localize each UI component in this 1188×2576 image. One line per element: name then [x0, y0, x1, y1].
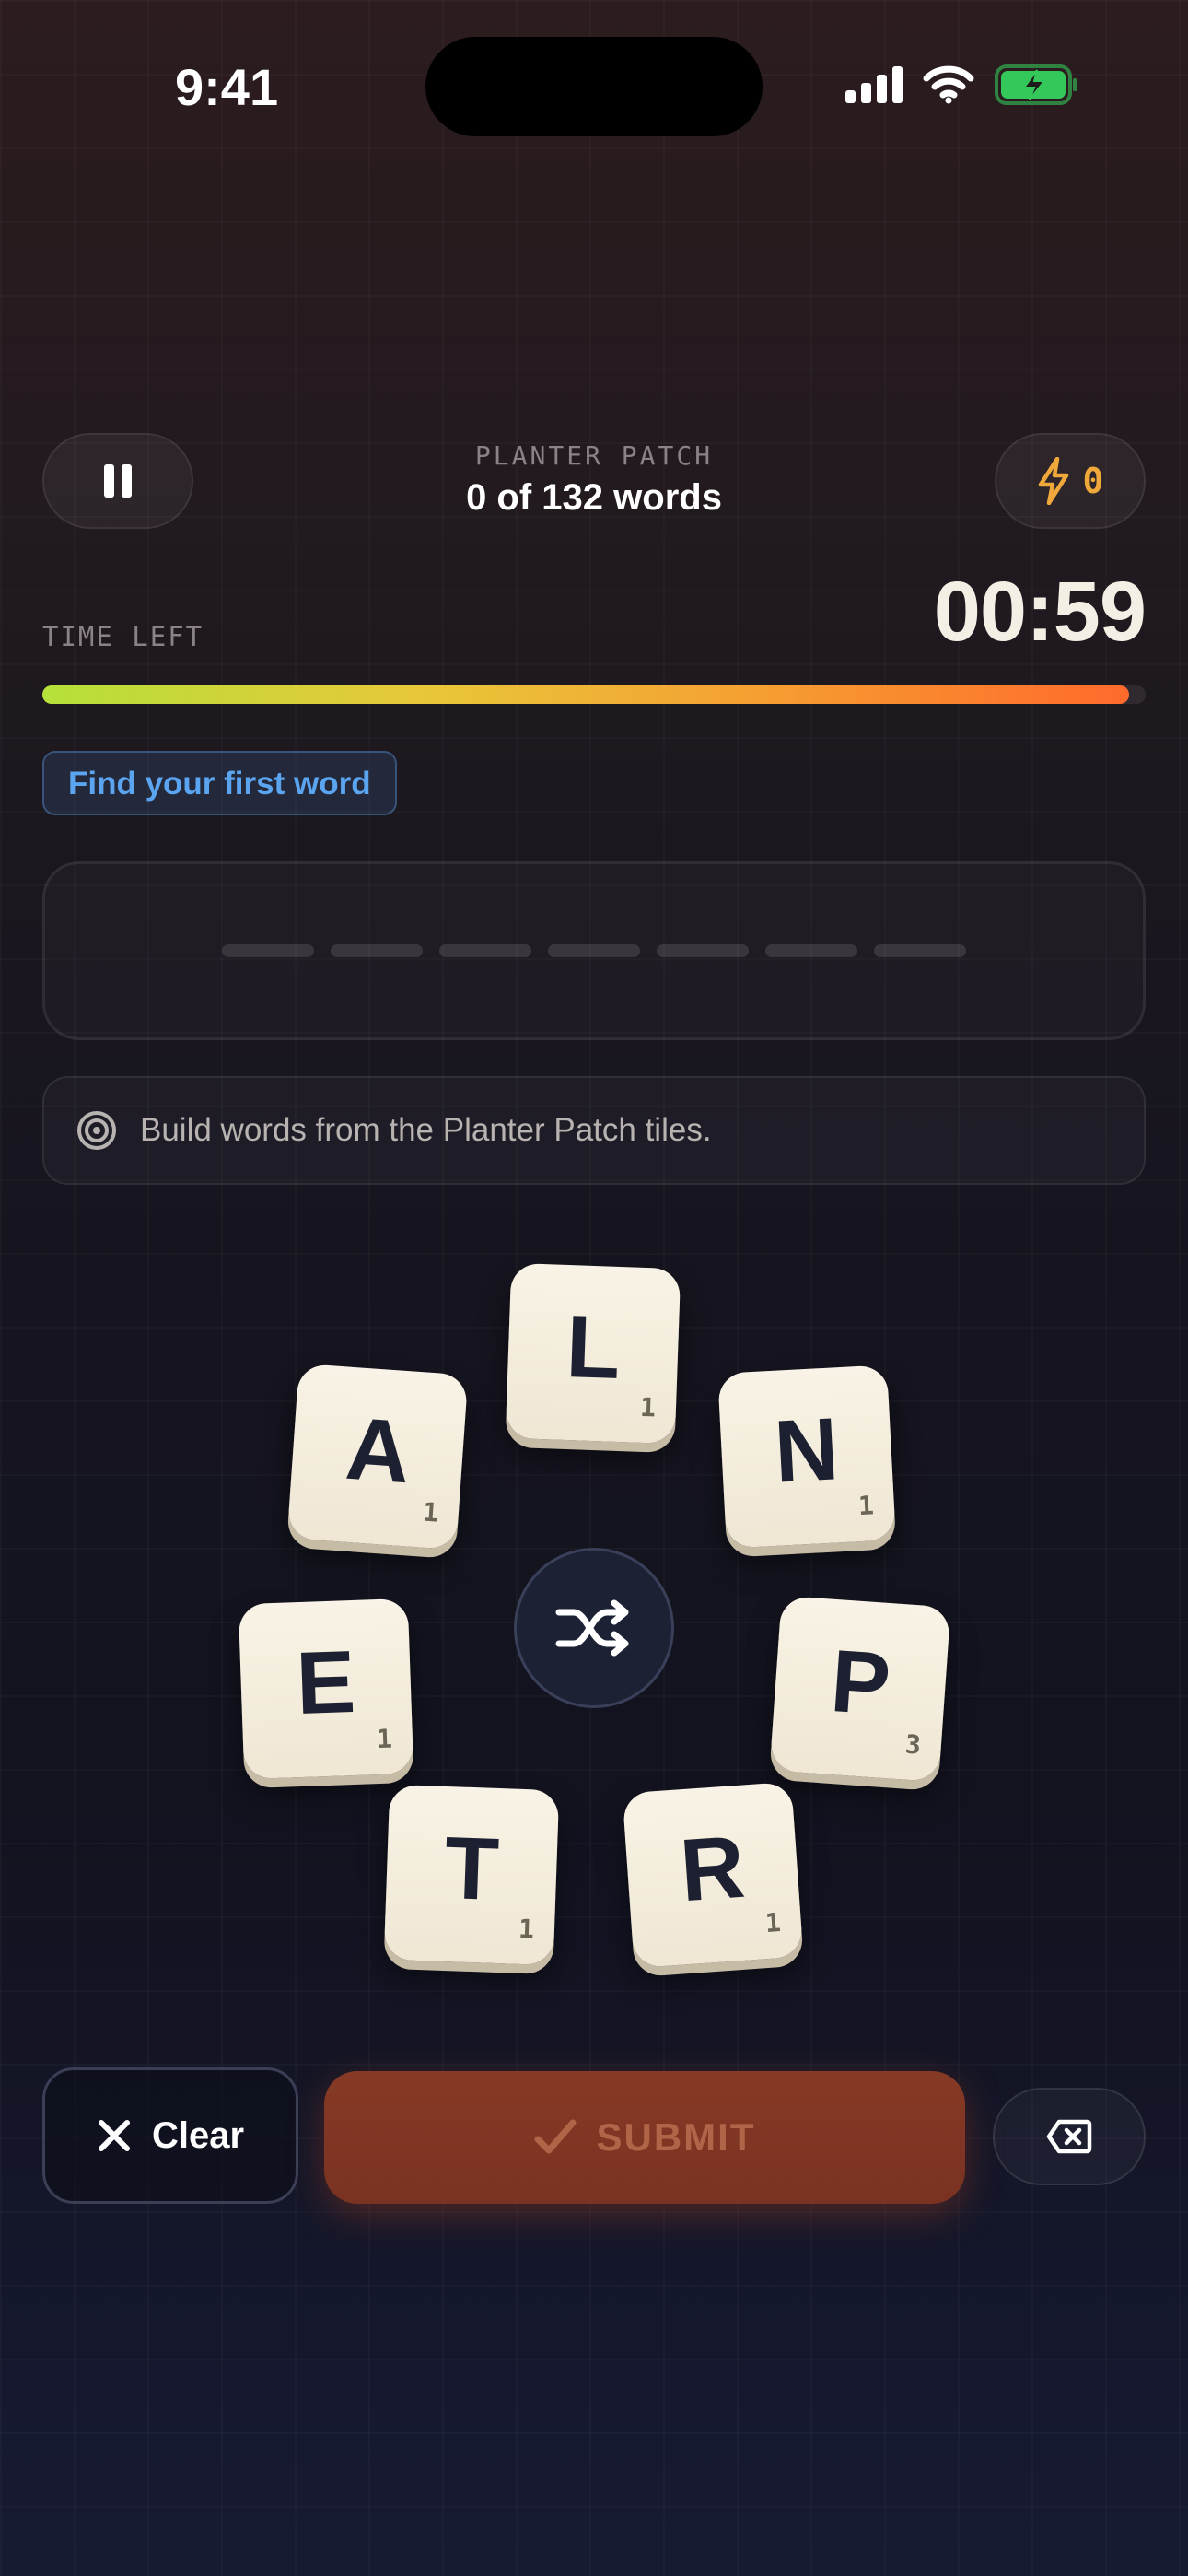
letter-tile[interactable]: L 1	[505, 1262, 681, 1445]
time-progress-fill	[42, 685, 1130, 704]
submit-button[interactable]: SUBMIT	[324, 2071, 965, 2204]
tile-letter: T	[443, 1819, 501, 1919]
battery-charging-icon	[995, 64, 1077, 105]
info-text: Build words from the Planter Patch tiles…	[140, 1112, 712, 1148]
letter-tile[interactable]: A 1	[286, 1363, 469, 1551]
tile-letter: P	[827, 1631, 894, 1735]
letter-slot	[439, 944, 531, 957]
letter-tile[interactable]: P 3	[769, 1595, 951, 1783]
tile-points: 1	[857, 1490, 875, 1522]
target-icon	[77, 1111, 116, 1150]
shuffle-icon	[555, 1599, 629, 1657]
current-word-display	[42, 861, 1146, 1040]
score-value: 0	[1082, 461, 1104, 501]
letter-slot	[874, 944, 966, 957]
time-progress-bar	[42, 685, 1146, 704]
letter-slot	[331, 944, 423, 957]
timer-value: 00:59	[933, 565, 1147, 659]
time-left-label: TIME LEFT	[42, 621, 204, 652]
tile-points: 1	[518, 1913, 535, 1945]
tile-points: 3	[903, 1728, 923, 1761]
letter-slot	[765, 944, 857, 957]
tile-points: 1	[376, 1723, 393, 1755]
clear-button[interactable]: Clear	[42, 2067, 298, 2204]
letter-slot	[657, 944, 749, 957]
score-badge[interactable]: 0	[995, 433, 1146, 529]
tile-letter: E	[294, 1632, 357, 1734]
submit-label: SUBMIT	[596, 2115, 756, 2159]
backspace-button[interactable]	[993, 2088, 1146, 2185]
letter-tile[interactable]: T 1	[383, 1784, 560, 1966]
dynamic-island	[425, 37, 763, 136]
tile-points: 1	[763, 1907, 782, 1939]
tile-letter: A	[343, 1399, 413, 1503]
letter-tile[interactable]: R 1	[622, 1781, 804, 1969]
close-icon	[98, 2120, 130, 2151]
checkmark-icon	[534, 2119, 576, 2154]
tile-points: 1	[421, 1496, 440, 1528]
wifi-icon	[923, 65, 974, 104]
letter-tile[interactable]: N 1	[717, 1364, 896, 1549]
info-bar: Build words from the Planter Patch tiles…	[42, 1076, 1146, 1185]
backspace-icon	[1046, 2119, 1092, 2154]
status-icons	[845, 64, 1079, 105]
letter-slot	[548, 944, 640, 957]
clear-label: Clear	[151, 2114, 245, 2156]
shuffle-button[interactable]	[514, 1548, 674, 1708]
lightning-icon	[1038, 457, 1068, 505]
letter-slot	[222, 944, 314, 957]
cellular-signal-icon	[845, 66, 903, 103]
tile-letter: L	[565, 1297, 623, 1398]
hint-chip[interactable]: Find your first word	[42, 751, 397, 815]
tile-points: 1	[639, 1391, 657, 1423]
status-time: 9:41	[175, 58, 279, 116]
letter-tile[interactable]: E 1	[238, 1598, 414, 1780]
